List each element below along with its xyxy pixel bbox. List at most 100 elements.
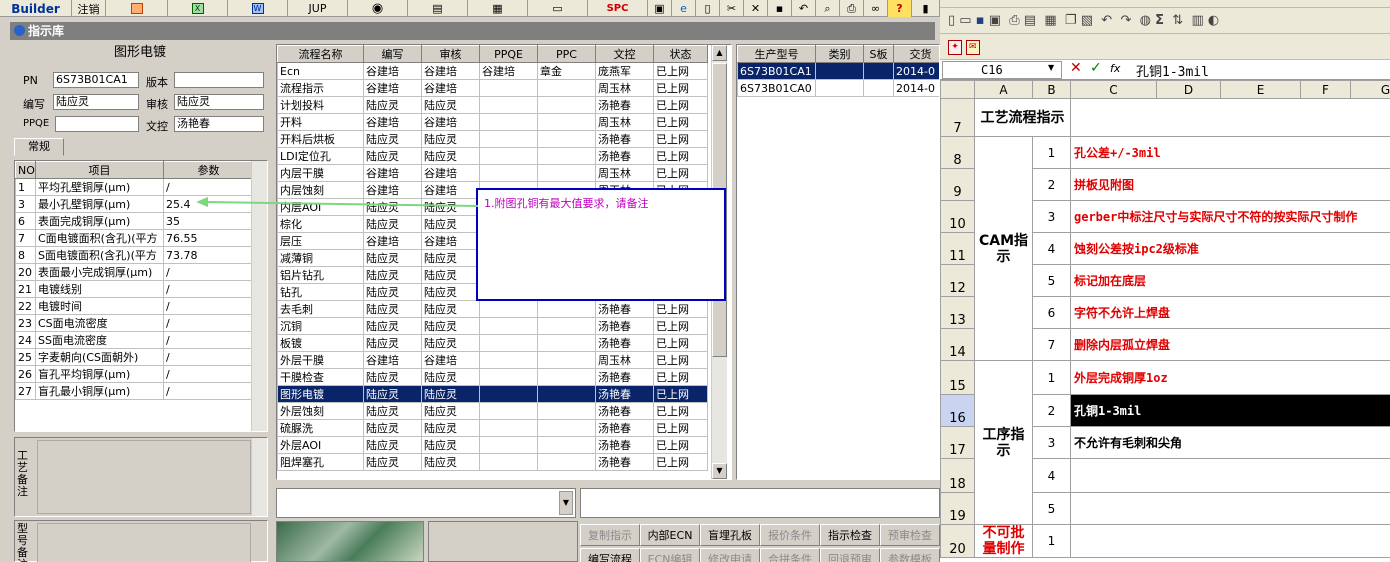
flow-cell[interactable]: 庞燕军 [595,62,654,80]
instruction-cell[interactable]: 删除内层孤立焊盘 [1070,328,1390,361]
flow-cell[interactable]: 层压 [277,232,364,250]
column-header[interactable]: C [1070,80,1157,99]
undo-icon[interactable]: ↶ [792,0,816,17]
note-scrollbar[interactable] [251,438,267,516]
jup-button[interactable]: JUP [288,0,348,17]
formula-input[interactable]: 孔铜1-3mil [1136,61,1209,80]
category-cell[interactable]: 不可批量制作 [974,524,1033,558]
flow-cell[interactable]: 陆应灵 [363,283,422,301]
flow-cell[interactable]: 汤艳春 [595,96,654,114]
flow-cell[interactable]: 陆应灵 [363,402,422,420]
flow-cell[interactable]: 陆应灵 [363,215,422,233]
flow-cell[interactable] [479,334,538,352]
instruction-cell[interactable]: 拼板见附图 [1070,168,1390,201]
flow-cell[interactable] [479,79,538,97]
param-cell[interactable]: 26 [15,365,36,383]
printer-icon[interactable]: ⎙ [840,0,864,17]
param-cell[interactable]: 平均孔壁铜厚(μm) [35,178,164,196]
flow-cell[interactable]: 外层干膜 [277,351,364,369]
param-row[interactable]: 25 字麦朝向(CS面朝外) / [15,348,254,366]
row-header[interactable]: 12 [940,264,975,297]
flow-cell[interactable]: 陆应灵 [421,283,480,301]
pdf-mail-icon[interactable]: ✉ [965,40,980,55]
flow-cell[interactable] [479,351,538,369]
flow-cell[interactable]: 陆应灵 [363,419,422,437]
flow-cell[interactable] [479,385,538,403]
flow-cell[interactable]: 谷建培 [363,164,422,182]
flow-cell[interactable]: 谷建培 [363,113,422,131]
instruction-cell[interactable]: 孔公差+/-3mil [1070,136,1390,169]
flow-cell[interactable]: 周玉林 [595,79,654,97]
model-cell[interactable]: 2014-0 [893,62,939,80]
flow-cell[interactable]: 谷建培 [421,79,480,97]
preview-icon[interactable]: ▤ [1024,13,1036,28]
param-cell[interactable]: 3 [15,195,36,213]
flow-cell[interactable] [479,419,538,437]
param-cell[interactable]: 盲孔最小铜厚(μm) [35,382,164,400]
flow-cell[interactable] [479,368,538,386]
flow-cell[interactable]: 谷建培 [363,351,422,369]
flow-cell[interactable]: 陆应灵 [421,249,480,267]
param-cell[interactable]: 字麦朝向(CS面朝外) [35,348,164,366]
flow-cell[interactable]: 谷建培 [363,232,422,250]
flow-cell[interactable] [537,334,596,352]
flow-cell[interactable]: 已上网 [653,402,708,420]
flow-cell[interactable]: 陆应灵 [363,317,422,335]
row-header[interactable]: 14 [940,328,975,361]
param-row[interactable]: 6 表面完成铜厚(μm) 35 [15,212,254,230]
flow-row[interactable]: 图形电镀 陆应灵 陆应灵 汤艳春 已上网 [277,385,708,403]
flow-row[interactable]: 沉铜 陆应灵 陆应灵 汤艳春 已上网 [277,317,708,335]
category-cell[interactable]: 工序指示 [974,360,1033,525]
flow-cell[interactable]: 周玉林 [595,113,654,131]
flow-cell[interactable] [537,79,596,97]
function-icon[interactable]: fx [1110,62,1120,75]
binoculars-icon[interactable]: ∞ [864,0,888,17]
flow-cell[interactable]: 已上网 [653,419,708,437]
instruction-cell[interactable]: 孔铜1-3mil [1070,394,1390,427]
instruction-cell[interactable] [1070,98,1390,137]
flow-cell[interactable] [537,113,596,131]
param-cell[interactable]: 22 [15,297,36,315]
param-cell[interactable]: 最小孔壁铜厚(μm) [35,195,164,213]
flow-cell[interactable]: 陆应灵 [421,334,480,352]
param-cell[interactable]: 24 [15,331,36,349]
row-header[interactable]: 16 [940,394,975,427]
item-number-cell[interactable]: 2 [1032,168,1071,201]
combo-dropdown-icon[interactable]: ▼ [559,491,573,515]
param-row[interactable]: 23 CS面电流密度 / [15,314,254,332]
param-row[interactable]: 7 C面电镀面积(含孔)(平方 76.55 [15,229,254,247]
param-cell[interactable]: 76.55 [163,229,254,247]
flow-cell[interactable]: 陆应灵 [363,385,422,403]
pn-field[interactable]: 6S73B01CA1 [53,72,139,88]
param-cell[interactable]: 电镀线别 [35,280,164,298]
param-row[interactable]: 8 S面电镀面积(含孔)(平方 73.78 [15,246,254,264]
model-header[interactable]: 生产型号 [737,45,816,63]
item-number-cell[interactable]: 6 [1032,296,1071,329]
param-cell[interactable]: 电镀时间 [35,297,164,315]
flow-cell[interactable]: 汤艳春 [595,147,654,165]
flow-cell[interactable]: 陆应灵 [421,266,480,284]
row-header[interactable]: 17 [940,426,975,459]
param-cell[interactable]: 25 [15,348,36,366]
flow-cell[interactable]: 谷建培 [363,62,422,80]
flow-cell[interactable]: 已上网 [653,368,708,386]
ie-icon[interactable]: e [672,0,696,17]
item-number-cell[interactable]: 5 [1032,492,1071,525]
flow-cell[interactable] [537,402,596,420]
flow-cell[interactable] [537,351,596,369]
flow-cell[interactable]: 陆应灵 [421,215,480,233]
chart-icon[interactable]: ▥ [1191,13,1203,28]
cut-icon[interactable]: ✂ [720,0,744,17]
flow-cell[interactable]: 已上网 [653,96,708,114]
item-number-cell[interactable]: 3 [1032,426,1071,459]
item-number-cell[interactable]: 1 [1032,136,1071,169]
action-button[interactable]: 复制指示 [580,524,640,546]
flow-cell[interactable] [537,96,596,114]
flow-cell[interactable]: 汤艳春 [595,402,654,420]
param-cell[interactable]: 27 [15,382,36,400]
flow-cell[interactable]: 汤艳春 [595,436,654,454]
action-button[interactable]: 修改申请 [700,548,760,562]
instruction-cell[interactable] [1070,458,1390,493]
flow-cell[interactable] [479,453,538,471]
model-cell[interactable]: 6S73B01CA1 [737,62,816,80]
